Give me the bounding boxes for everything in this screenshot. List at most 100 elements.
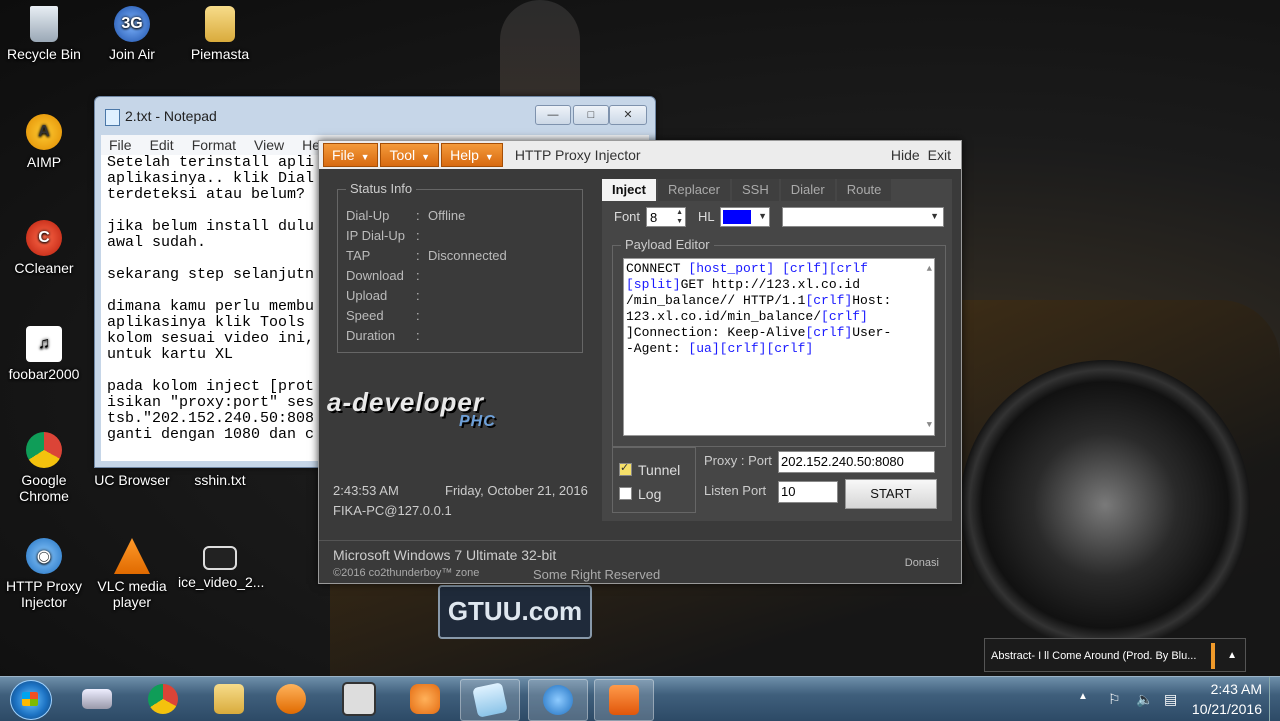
desktop-icon-aimp[interactable]: A AIMP <box>2 114 86 170</box>
hl-label: HL <box>698 209 715 224</box>
http-proxy-injector-window[interactable]: File ▼ Tool ▼ Help ▼ HTTP Proxy Injector Hi… <box>318 140 962 584</box>
desktop-icon-ccleaner[interactable]: C CCleaner <box>2 220 86 276</box>
recycle-bin-icon <box>30 6 58 42</box>
proxy-port-label: Proxy : Port <box>704 453 772 468</box>
now-playing-popup[interactable]: Abstract- I ll Come Around (Prod. By Blu… <box>984 638 1246 672</box>
status-key: Download <box>346 268 404 283</box>
tab-ssh[interactable]: SSH <box>732 179 779 201</box>
desktop-icon-http-proxy-injector[interactable]: ◉ HTTP Proxy Injector <box>2 538 86 610</box>
tray-time[interactable]: 2:43 AM <box>1211 681 1262 697</box>
vlc-icon <box>114 538 150 574</box>
scroll-up-icon[interactable]: ▲ <box>927 261 932 277</box>
chevron-up-icon[interactable]: ▲ <box>1078 691 1088 702</box>
payload-line: CONNECT [host_port] [crlf][crlf <box>626 261 868 276</box>
desktop-icon-label: Recycle Bin <box>7 46 81 62</box>
desktop-icon-label: AIMP <box>26 154 62 170</box>
keyboard-icon <box>82 689 112 709</box>
desktop-icon-foobar2000[interactable]: ♫ foobar2000 <box>2 326 86 382</box>
notepad-title: 2.txt - Notepad <box>125 108 217 124</box>
tray-date[interactable]: 10/21/2016 <box>1192 701 1262 717</box>
tunnel-label: Tunnel <box>638 462 681 478</box>
now-playing-text: Abstract- I ll Come Around (Prod. By Blu… <box>991 650 1197 662</box>
log-checkbox[interactable]: Log <box>619 486 661 502</box>
desktop-icon-label: Piemasta <box>190 46 250 62</box>
show-desktop-button[interactable] <box>1269 677 1280 721</box>
injector-menubar: File ▼ Tool ▼ Help ▼ HTTP Proxy Injector Hi… <box>319 141 961 169</box>
payload-editor[interactable]: CONNECT [host_port] [crlf][crlf [split]GE… <box>623 258 935 436</box>
proxy-port-input[interactable]: 202.152.240.50:8080 <box>778 451 935 473</box>
maximize-button[interactable]: □ <box>573 105 609 125</box>
start-button[interactable]: START <box>845 479 937 509</box>
chevron-down-icon: ▼ <box>360 152 370 162</box>
action-center-icon[interactable]: ⚐ <box>1108 691 1121 708</box>
menu-file[interactable]: File <box>109 135 132 155</box>
status-row: Upload: <box>346 288 420 303</box>
taskbar: ▲ ⚐ 🔈 ▤ 2:43 AM 10/21/2016 <box>0 676 1280 721</box>
checkbox-icon <box>619 487 632 500</box>
log-label: Log <box>638 486 662 502</box>
hide-button[interactable]: Hide <box>891 147 920 163</box>
taskbar-media-player[interactable] <box>262 679 320 719</box>
tool-menu-label: Tool <box>389 147 416 163</box>
payload-preset-dropdown[interactable]: ▼ <box>782 207 944 227</box>
status-key: TAP <box>346 248 371 263</box>
desktop-icon-join-air[interactable]: 3G Join Air <box>90 6 174 62</box>
menu-view[interactable]: View <box>254 135 284 155</box>
payload-editor-group: Payload Editor CONNECT [host_port] [crlf… <box>612 237 946 447</box>
stepper-arrows-icon[interactable]: ▲ ▼ <box>676 208 683 226</box>
developer-logo: a-developer PHC <box>327 387 527 433</box>
tab-dialer[interactable]: Dialer <box>780 179 835 201</box>
menu-edit[interactable]: Edit <box>150 135 174 155</box>
minimize-button[interactable]: — <box>535 105 571 125</box>
desktop-icon-recycle-bin[interactable]: Recycle Bin <box>2 6 86 62</box>
taskbar-uc-browser[interactable] <box>396 679 454 719</box>
payload-line: -Agent: [ua][crlf][crlf] <box>626 341 814 356</box>
desktop-icon-label: Google Chrome <box>19 472 69 504</box>
foobar-icon: ♫ <box>26 326 62 362</box>
desktop-icon-piemasta[interactable]: Piemasta <box>178 6 262 62</box>
donasi-link[interactable]: Donasi <box>905 557 939 569</box>
listen-port-input[interactable]: 10 <box>778 481 838 503</box>
desktop-icon-label: sshin.txt <box>194 472 246 488</box>
taskbar-http-proxy-injector[interactable] <box>528 679 588 721</box>
chevron-up-icon[interactable]: ▲ <box>1227 639 1237 673</box>
screen-recorder-icon <box>609 685 639 715</box>
color-swatch <box>723 210 751 224</box>
exit-button[interactable]: Exit <box>928 147 951 163</box>
network-icon[interactable]: ▤ <box>1164 691 1177 708</box>
desktop-icon-vlc[interactable]: VLC media player <box>90 538 174 610</box>
chevron-down-icon: ▼ <box>484 152 494 162</box>
desktop-icon-ice-video[interactable]: ice_video_2... <box>178 538 264 590</box>
321-player-icon <box>342 682 376 716</box>
rights-text: Some Right Reserved <box>533 567 661 582</box>
status-key: Upload <box>346 288 388 303</box>
ccleaner-icon: C <box>26 220 62 256</box>
tab-replacer[interactable]: Replacer <box>657 179 730 201</box>
desktop-icon-google-chrome[interactable]: Google Chrome <box>2 432 86 504</box>
tab-route[interactable]: Route <box>836 179 892 201</box>
taskbar-321-player[interactable] <box>330 679 388 719</box>
status-info-group: Status Info Dial-Up: Offline IP Dial-Up: … <box>337 181 583 353</box>
scroll-down-icon[interactable]: ▼ <box>927 417 932 433</box>
tab-inject[interactable]: Inject <box>602 179 656 201</box>
wallpaper-wheel <box>960 360 1250 650</box>
menu-format[interactable]: Format <box>192 135 236 155</box>
http-proxy-injector-icon: ◉ <box>26 538 62 574</box>
taskbar-keyboard[interactable] <box>68 679 126 719</box>
tunnel-checkbox[interactable]: Tunnel <box>619 461 681 478</box>
chrome-icon <box>148 684 178 714</box>
volume-icon[interactable]: 🔈 <box>1136 691 1153 708</box>
taskbar-chrome[interactable] <box>134 679 192 719</box>
status-row: Speed: <box>346 308 420 323</box>
video-file-icon <box>203 546 237 570</box>
tool-menu-button[interactable]: Tool ▼ <box>380 143 440 167</box>
start-button[interactable] <box>10 680 52 720</box>
help-menu-button[interactable]: Help ▼ <box>441 143 503 167</box>
close-button[interactable]: ✕ <box>609 105 647 125</box>
taskbar-explorer[interactable] <box>200 679 258 719</box>
taskbar-screen-recorder[interactable] <box>594 679 654 721</box>
file-menu-button[interactable]: File ▼ <box>323 143 379 167</box>
font-size-stepper[interactable]: 8 ▲ ▼ <box>646 207 686 227</box>
taskbar-notepad[interactable] <box>460 679 520 721</box>
highlight-color-picker[interactable]: ▼ <box>720 207 770 227</box>
